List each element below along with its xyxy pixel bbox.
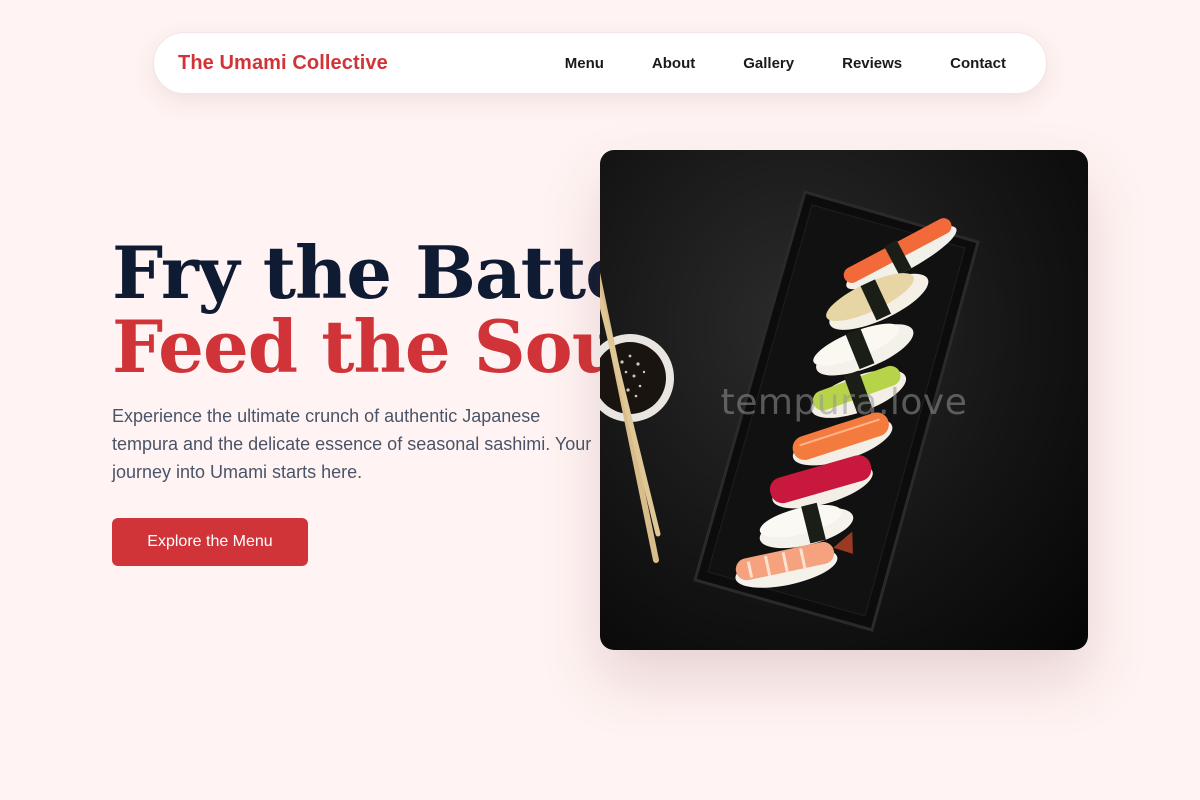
nav-link-contact[interactable]: Contact <box>926 55 1006 72</box>
image-watermark: tempura.love <box>720 382 968 423</box>
top-navbar: The Umami Collective Menu About Gallery … <box>153 32 1047 94</box>
explore-menu-button[interactable]: Explore the Menu <box>112 518 308 566</box>
hero-subtitle: Experience the ultimate crunch of authen… <box>112 406 592 482</box>
brand-logo[interactable]: The Umami Collective <box>178 52 388 75</box>
nav-link-menu[interactable]: Menu <box>541 55 628 72</box>
nav-link-about[interactable]: About <box>628 55 719 72</box>
nav-links: Menu About Gallery Reviews Contact <box>541 55 1006 72</box>
hero-sushi-image: tempura.love <box>600 150 1088 650</box>
nav-link-reviews[interactable]: Reviews <box>818 55 926 72</box>
page: The Umami Collective Menu About Gallery … <box>0 0 1200 800</box>
nav-link-gallery[interactable]: Gallery <box>719 55 818 72</box>
